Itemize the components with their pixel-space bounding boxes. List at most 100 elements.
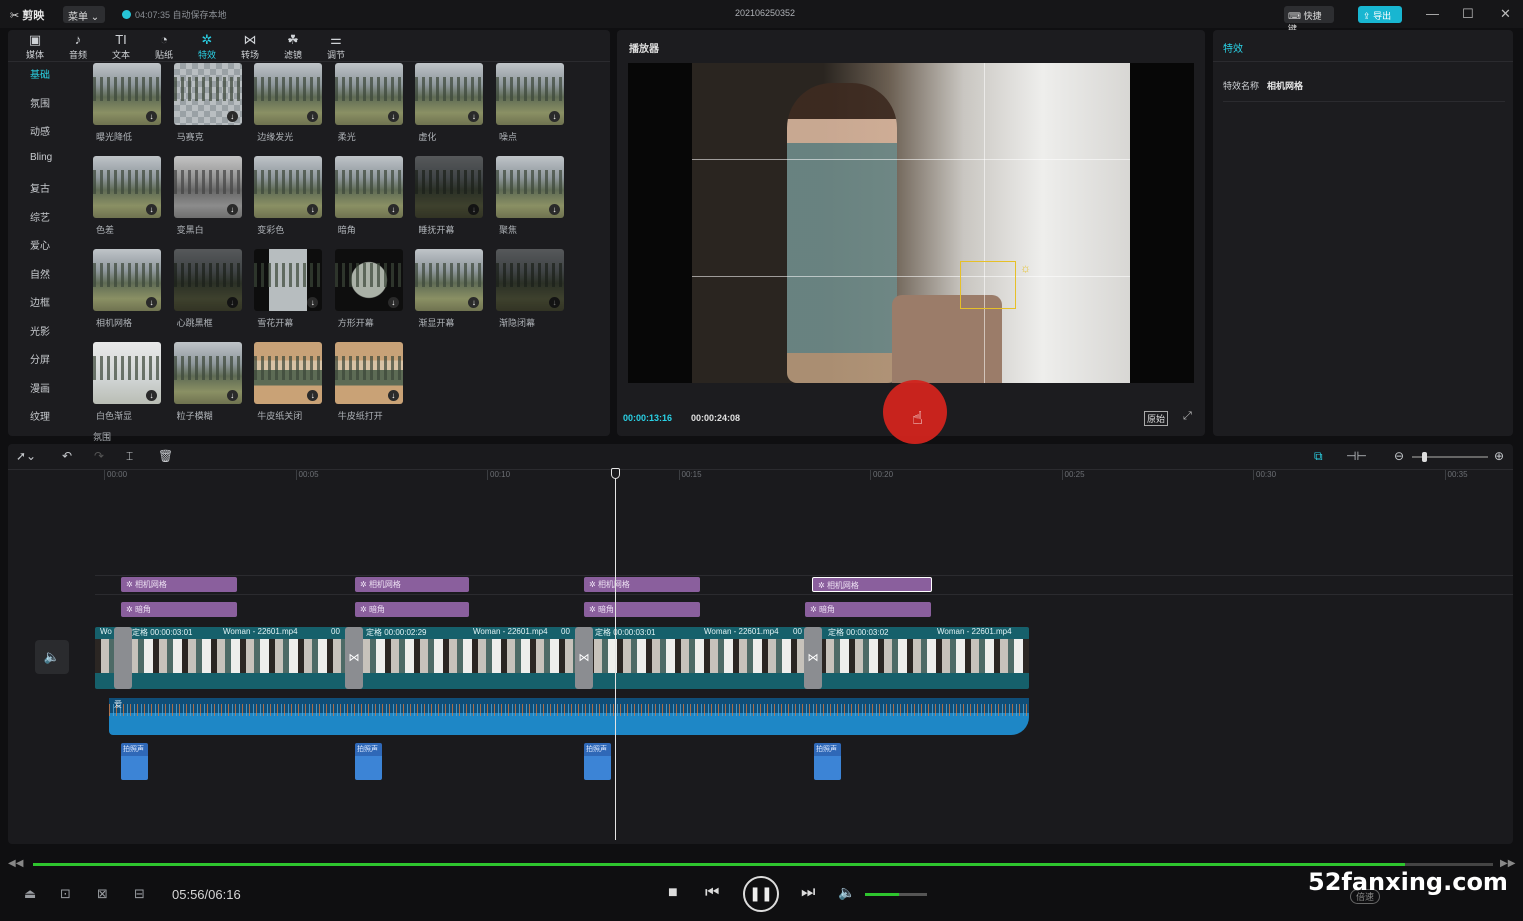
download-icon[interactable]: ↓ <box>549 111 560 122</box>
download-icon[interactable]: ↓ <box>307 111 319 122</box>
download-icon[interactable]: ↓ <box>549 297 560 308</box>
playhead[interactable] <box>615 472 616 840</box>
effect-thumbnail[interactable]: ↓ <box>334 63 403 125</box>
download-icon[interactable]: ↓ <box>226 111 238 122</box>
next-icon[interactable]: ⏭ <box>801 884 815 902</box>
effect-thumbnail[interactable]: ↓ <box>415 156 484 218</box>
tool-tab-4[interactable]: ✲ 特效 <box>187 32 227 61</box>
danmaku-icon[interactable]: ⊟ <box>134 886 145 902</box>
download-icon[interactable]: ↓ <box>146 204 157 215</box>
download-icon[interactable]: ↓ <box>226 204 238 215</box>
tool-tab-0[interactable]: ▣ 媒体 <box>15 32 55 61</box>
tool-tab-5[interactable]: ⋈ 转场 <box>230 32 270 61</box>
zoom-slider-handle[interactable] <box>1422 452 1427 462</box>
sound-effect-clip[interactable]: 拍照声 <box>584 743 611 780</box>
overlay-progress-bar[interactable] <box>33 863 1493 866</box>
download-icon[interactable]: ↓ <box>468 204 480 215</box>
previous-icon[interactable]: ⏮ <box>705 884 719 902</box>
pause-button[interactable]: ❚❚ <box>743 876 779 912</box>
category-item[interactable]: 边框 <box>30 294 50 309</box>
download-icon[interactable]: ↓ <box>549 204 560 215</box>
category-item[interactable]: 漫画 <box>30 380 50 395</box>
volume-icon[interactable]: 🔈 <box>838 884 855 901</box>
effect-thumbnail[interactable]: ↓ <box>173 342 242 404</box>
tool-tab-3[interactable]: ◔ 贴纸 <box>144 32 184 61</box>
zoom-slider[interactable] <box>1412 452 1488 462</box>
video-track[interactable]: Wo 定格 00:00:03:01 Woman - 22601.mp4 00 定格 00… <box>95 627 1029 689</box>
effect-thumbnail[interactable]: ↓ <box>93 156 161 218</box>
category-item[interactable]: 光影 <box>30 323 50 338</box>
download-icon[interactable]: ↓ <box>307 204 319 215</box>
sound-effect-clip[interactable]: 拍照声 <box>355 743 382 780</box>
minimize-icon[interactable]: — <box>1426 6 1439 21</box>
effect-thumbnail[interactable]: ↓ <box>496 63 564 125</box>
effect-thumbnail[interactable]: ↓ <box>334 342 403 404</box>
screenshot-icon[interactable]: ⊡ <box>60 886 71 902</box>
transition-icon[interactable]: ⋈ <box>804 627 822 689</box>
effect-clip-vignette[interactable]: ✲ 暗角 <box>121 602 237 617</box>
eject-icon[interactable]: ⏏ <box>24 886 36 902</box>
effect-clip-camera-grid[interactable]: ✲ 相机网格 <box>812 577 932 592</box>
subtitle-icon[interactable]: ⊠ <box>97 886 108 902</box>
effect-thumbnail[interactable]: ↓ <box>173 63 242 125</box>
transition-handle[interactable] <box>114 627 132 689</box>
effect-clip-camera-grid[interactable]: ✲ 相机网格 <box>355 577 469 592</box>
effect-thumbnail[interactable]: ↓ <box>334 249 403 311</box>
audio-track[interactable]: 爱 <box>109 698 1029 735</box>
category-item[interactable]: 爱心 <box>30 237 50 252</box>
effect-clip-vignette[interactable]: ✲ 暗角 <box>355 602 469 617</box>
maximize-icon[interactable]: ☐ <box>1462 6 1474 22</box>
download-icon[interactable]: ↓ <box>387 204 399 215</box>
download-icon[interactable]: ↓ <box>146 390 157 401</box>
download-icon[interactable]: ↓ <box>468 297 480 308</box>
effect-clip-vignette[interactable]: ✲ 暗角 <box>584 602 700 617</box>
sound-effect-clip[interactable]: 拍照声 <box>121 743 148 780</box>
download-icon[interactable]: ↓ <box>226 390 238 401</box>
category-item[interactable]: 基础 <box>30 66 50 81</box>
zoom-in-icon[interactable]: ⊕ <box>1494 449 1504 463</box>
effect-thumbnail[interactable]: ↓ <box>496 156 564 218</box>
download-icon[interactable]: ↓ <box>146 111 157 122</box>
tool-tab-2[interactable]: TI 文本 <box>101 32 141 61</box>
mute-track-button[interactable]: 🔈 <box>35 640 69 674</box>
tool-tab-6[interactable]: ☘ 滤镜 <box>273 32 313 61</box>
effect-thumbnail[interactable]: ↓ <box>173 156 242 218</box>
download-icon[interactable]: ↓ <box>146 297 157 308</box>
download-icon[interactable]: ↓ <box>387 297 399 308</box>
effect-thumbnail[interactable]: ↓ <box>254 156 323 218</box>
redo-icon[interactable]: ↷ <box>94 449 104 463</box>
category-item[interactable]: 自然 <box>30 266 50 281</box>
effect-thumbnail[interactable]: ↓ <box>93 249 161 311</box>
video-preview[interactable]: ☼ <box>628 63 1194 383</box>
split-icon[interactable]: ⌶ <box>126 449 133 464</box>
ratio-button[interactable]: 原始 <box>1144 411 1169 426</box>
effect-clip-vignette[interactable]: ✲ 暗角 <box>805 602 931 617</box>
tool-tab-1[interactable]: ♪ 音频 <box>58 32 98 61</box>
category-item[interactable]: 分屏 <box>30 351 50 366</box>
transition-icon[interactable]: ⋈ <box>345 627 363 689</box>
rewind-icon[interactable]: ◀◀ <box>8 858 23 869</box>
menu-button[interactable]: 菜单 ⌄ <box>63 6 105 23</box>
effect-thumbnail[interactable]: ↓ <box>173 249 242 311</box>
effect-thumbnail[interactable]: ↓ <box>415 63 484 125</box>
shortcut-button[interactable]: ⌨ 快捷键 <box>1284 6 1334 34</box>
magnet-icon[interactable]: ⧉ <box>1314 449 1323 464</box>
effect-clip-camera-grid[interactable]: ✲ 相机网格 <box>121 577 237 592</box>
link-icon[interactable]: ⊣⊢ <box>1346 449 1367 463</box>
volume-slider[interactable] <box>865 893 927 896</box>
effect-thumbnail[interactable]: ↓ <box>334 156 403 218</box>
stop-icon[interactable]: ■ <box>668 884 678 902</box>
category-item[interactable]: 纹理 <box>30 408 50 423</box>
download-icon[interactable]: ↓ <box>387 111 399 122</box>
download-icon[interactable]: ↓ <box>468 111 480 122</box>
sound-effect-clip[interactable]: 拍照声 <box>814 743 841 780</box>
select-tool-icon[interactable]: ➚⌄ <box>16 449 36 463</box>
delete-icon[interactable]: 🗑 <box>158 449 173 463</box>
zoom-out-icon[interactable]: ⊖ <box>1394 449 1404 463</box>
properties-tab[interactable]: 特效 <box>1223 40 1243 55</box>
time-ruler[interactable]: 00:00 00:05 00:10 00:15 00:20 00:25 00:30 00:35 <box>8 470 1513 482</box>
download-icon[interactable]: ↓ <box>307 390 319 401</box>
tool-tab-7[interactable]: ⚌ 调节 <box>316 32 356 61</box>
fullscreen-icon[interactable]: ⤢ <box>1183 410 1192 423</box>
category-item[interactable]: 复古 <box>30 180 50 195</box>
